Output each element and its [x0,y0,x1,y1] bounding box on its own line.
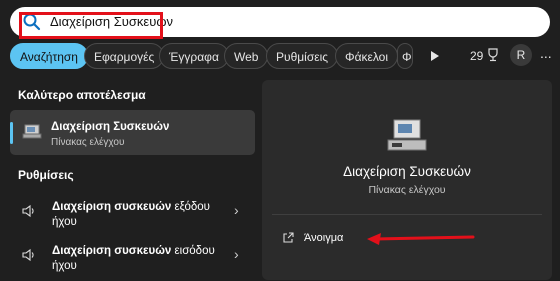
tab-apps[interactable]: Εφαρμογές [84,43,165,69]
open-label: Άνοιγμα [304,232,344,244]
preview-panel: Διαχείριση Συσκευών Πίνακας ελέγχου Άνοι… [262,80,552,280]
best-match-subtitle: Πίνακας ελέγχου [51,137,125,148]
search-bar[interactable]: Διαχείριση Συσκευών [10,7,550,39]
search-highlight-annotation [19,12,163,39]
speaker-icon [22,248,34,262]
setting-item-label: Διαχείριση συσκευών εξόδου ήχου [52,201,210,228]
avatar[interactable]: R [510,44,532,66]
divider [272,214,542,215]
tab-folders[interactable]: Φάκελοι [335,43,399,69]
setting-item-output[interactable]: Διαχείριση συσκευών εξόδου ήχου › [10,197,255,237]
open-action[interactable]: Άνοιγμα [272,228,475,250]
speaker-icon [22,204,34,218]
best-match-item[interactable]: Διαχείριση Συσκευών Πίνακας ελέγχου [10,110,255,155]
chevron-right-icon: › [234,246,239,262]
device-manager-icon [387,119,427,151]
settings-heading: Ρυθμίσεις [18,168,74,182]
chevron-right-icon: › [234,202,239,218]
tab-settings[interactable]: Ρυθμίσεις [266,43,339,69]
preview-subtitle: Πίνακας ελέγχου [368,184,446,196]
setting-item-label: Διαχείριση συσκευών εισόδου ήχου [52,245,215,272]
trophy-icon [488,48,498,62]
device-manager-icon [22,124,42,139]
selection-indicator [10,122,13,144]
preview-title: Διαχείριση Συσκευών [343,164,471,179]
tab-more-clipped[interactable]: Φ [397,43,413,69]
rewards-points: 29 [470,49,484,63]
play-icon[interactable] [431,51,439,61]
filter-tabs: Αναζήτηση Εφαρμογές Έγγραφα Web Ρυθμίσει… [10,43,560,69]
more-options-icon[interactable]: ... [540,45,552,61]
tab-web[interactable]: Web [224,43,269,69]
arrow-annotation [367,233,475,245]
best-match-title: Διαχείριση Συσκευών [51,121,170,133]
best-match-heading: Καλύτερο αποτέλεσμα [18,88,146,102]
open-external-icon [283,232,294,243]
setting-item-input[interactable]: Διαχείριση συσκευών εισόδου ήχου › [10,241,255,281]
tab-search[interactable]: Αναζήτηση [10,43,88,69]
tab-documents[interactable]: Έγγραφα [159,43,229,69]
